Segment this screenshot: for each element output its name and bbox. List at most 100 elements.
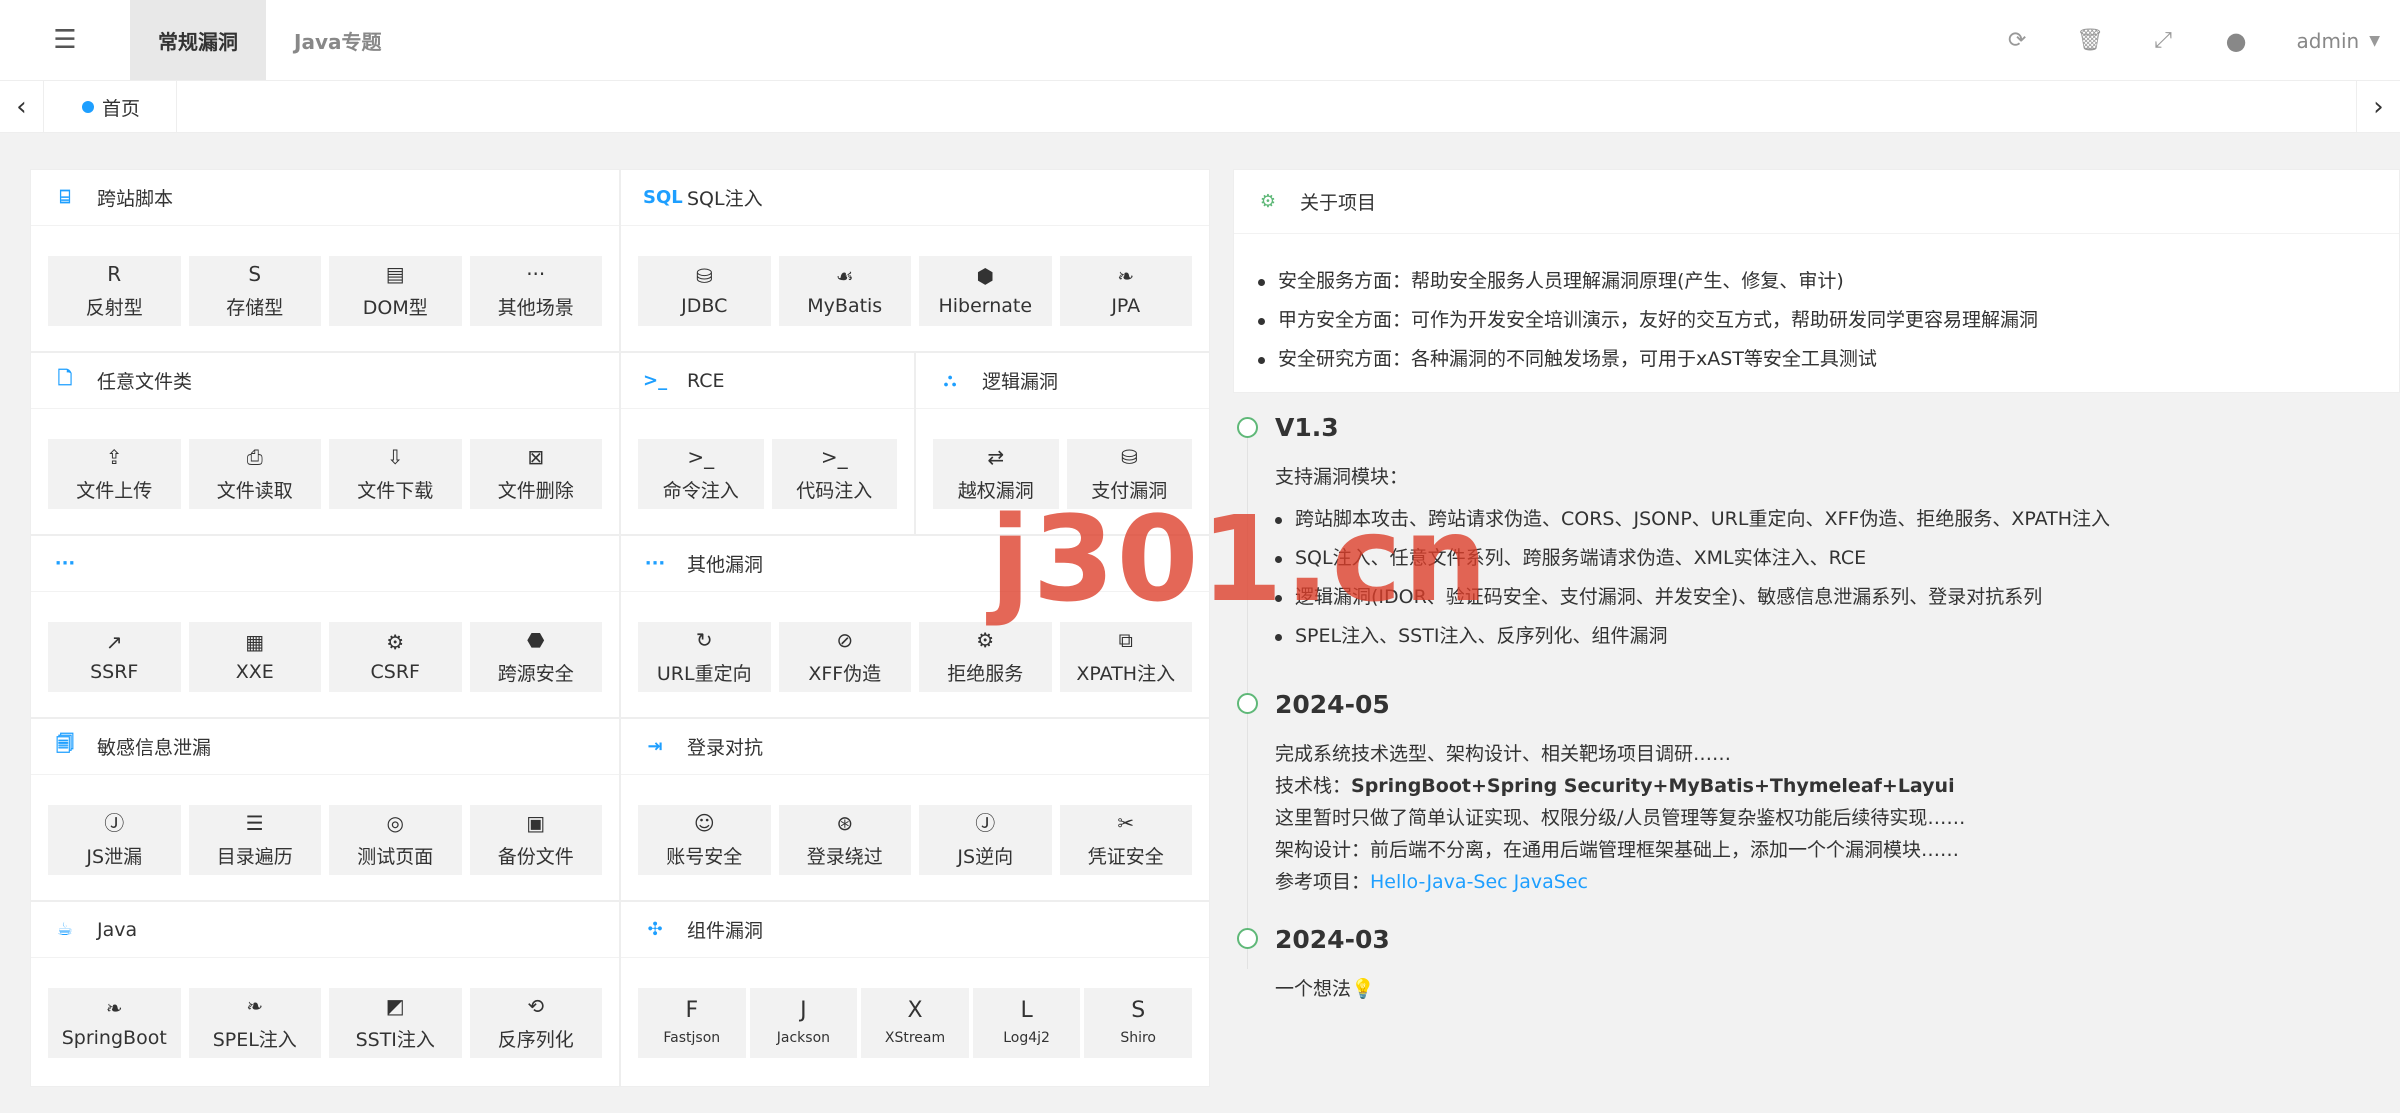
btn-label: 目录遍历	[216, 845, 293, 868]
btn-label: 凭证安全	[1087, 845, 1164, 868]
btn-label: 越权漏洞	[957, 479, 1034, 502]
hibernate-icon: ⬢	[976, 264, 994, 288]
btn-dos[interactable]: ⚙ 拒绝服务	[919, 622, 1052, 692]
github-icon[interactable]: ●	[2200, 27, 2273, 55]
logic-icon: ⛬	[943, 370, 957, 391]
terminal-icon: >_	[820, 444, 848, 469]
stack-value: SpringBoot+Spring Security+MyBatis+Thyme…	[1351, 775, 1955, 797]
list-item: SQL注入、任意文件系列、跨服务端请求伪造、XML实体注入、RCE	[1275, 539, 2110, 578]
btn-label: 文件删除	[497, 479, 574, 502]
card-title: 任意文件类	[97, 371, 193, 393]
card-title: 组件漏洞	[687, 920, 764, 942]
refresh-icon[interactable]: ⟳	[1981, 28, 2054, 53]
card-components: ✣ 组件漏洞 F Fastjson J Jackson X XStream L Log4j…	[620, 901, 1210, 1087]
letter-l-icon: L	[1020, 998, 1033, 1023]
js-icon: Ⓙ	[104, 810, 125, 835]
btn-label: Jackson	[776, 1030, 831, 1046]
btn-dir-traversal[interactable]: ☰ 目录遍历	[188, 805, 321, 875]
btn-log4j2[interactable]: L Log4j2	[972, 988, 1081, 1058]
btn-command-injection[interactable]: >_ 命令注入	[638, 439, 764, 509]
card-title: 敏感信息泄漏	[97, 737, 212, 759]
btn-xxe[interactable]: ▦ XXE	[188, 622, 321, 692]
btn-label: JDBC	[681, 295, 728, 317]
btn-label: SSTI注入	[355, 1028, 435, 1051]
stack-label: 技术栈：	[1275, 775, 1352, 797]
btn-file-upload[interactable]: ⇪ 文件上传	[48, 439, 181, 509]
about-list: 安全服务方面：帮助安全服务人员理解漏洞原理(产生、修复、审计) 甲方安全方面：可…	[1258, 262, 2038, 379]
active-dot-icon	[82, 101, 94, 113]
btn-xss-other[interactable]: ··· 其他场景	[469, 256, 602, 326]
timeline-list: 跨站脚本攻击、跨站请求伪造、CORS、JSONP、URL重定向、XFF伪造、拒绝…	[1275, 500, 2110, 656]
btn-label: CSRF	[370, 661, 420, 683]
card-sql: SQL SQL注入 ⛁ JDBC ☙ MyBatis ⬢ Hibernate ❧ JPA	[620, 169, 1210, 352]
gear-icon: ⚙	[976, 627, 995, 652]
tabs-scroll-left-icon[interactable]: ‹	[0, 81, 44, 133]
btn-file-download[interactable]: ⇩ 文件下载	[329, 439, 462, 509]
btn-js-leak[interactable]: Ⓙ JS泄漏	[48, 805, 181, 875]
card-rce: >_ RCE >_ 命令注入 >_ 代码注入	[620, 352, 915, 535]
btn-label: XFF伪造	[808, 662, 882, 685]
tab-common-vulns[interactable]: 常规漏洞	[130, 0, 266, 80]
fullscreen-icon[interactable]: ⤢	[2127, 28, 2200, 53]
redirect-icon: ↻	[695, 627, 713, 652]
btn-ssrf[interactable]: ↗ SSRF	[48, 622, 181, 692]
btn-ssti[interactable]: ◩ SSTI注入	[329, 988, 462, 1058]
btn-label: 账号安全	[666, 845, 743, 868]
btn-xss-dom[interactable]: ▤ DOM型	[329, 256, 462, 326]
btn-spel[interactable]: ❧ SPEL注入	[188, 988, 321, 1058]
menu-toggle-icon[interactable]: ☰	[0, 0, 130, 80]
btn-csrf[interactable]: ⚙ CSRF	[329, 622, 462, 692]
more-icon: ···	[526, 261, 546, 286]
btn-deserialization[interactable]: ⟲ 反序列化	[469, 988, 602, 1058]
btn-label: MyBatis	[807, 295, 883, 317]
tab-java-topics[interactable]: Java专题	[266, 0, 409, 80]
file-delete-icon: ⊠	[527, 444, 545, 469]
btn-js-reverse[interactable]: Ⓙ JS逆向	[919, 805, 1052, 875]
btn-label: 文件下载	[357, 479, 434, 502]
btn-jdbc[interactable]: ⛁ JDBC	[638, 256, 771, 326]
btn-credential-security[interactable]: ✂ 凭证安全	[1059, 805, 1192, 875]
hierarchy-icon: ⧉	[1118, 627, 1133, 652]
btn-hibernate[interactable]: ⬢ Hibernate	[919, 256, 1052, 326]
about-project-card: ⚙ 关于项目 安全服务方面：帮助安全服务人员理解漏洞原理(产生、修复、审计) 甲方…	[1233, 169, 2400, 393]
user-menu[interactable]: admin ▼	[2273, 29, 2400, 53]
json-icon: ⟲	[527, 993, 545, 1018]
list-item: 安全服务方面：帮助安全服务人员理解漏洞原理(产生、修复、审计)	[1258, 262, 2038, 301]
btn-jackson[interactable]: J Jackson	[749, 988, 858, 1058]
btn-account-security[interactable]: ☺ 账号安全	[638, 805, 771, 875]
btn-jpa[interactable]: ❧ JPA	[1059, 256, 1192, 326]
tabs-scroll-right-icon[interactable]: ›	[2356, 81, 2400, 133]
btn-xstream[interactable]: X XStream	[861, 988, 969, 1058]
btn-url-redirect[interactable]: ↻ URL重定向	[638, 622, 771, 692]
list-icon: ☰	[245, 810, 264, 835]
tab-home[interactable]: 首页	[46, 81, 178, 133]
timeline-text: 架构设计：前后端不分离，在通用后端管理框架基础上，添加一个个漏洞模块……	[1275, 839, 1960, 861]
btn-xff[interactable]: ⊘ XFF伪造	[778, 622, 911, 692]
card-title: Java	[97, 918, 138, 941]
btn-backup-file[interactable]: ▣ 备份文件	[469, 805, 602, 875]
btn-mybatis[interactable]: ☙ MyBatis	[778, 256, 911, 326]
btn-fastjson[interactable]: F Fastjson	[638, 988, 746, 1058]
btn-file-read[interactable]: ⎙ 文件读取	[188, 439, 321, 509]
btn-xss-reflected[interactable]: R 反射型	[48, 256, 181, 326]
btn-idor[interactable]: ⇄ 越权漏洞	[933, 439, 1059, 509]
btn-login-bypass[interactable]: ⊛ 登录绕过	[778, 805, 911, 875]
btn-xss-stored[interactable]: S 存储型	[188, 256, 321, 326]
card-title: 登录对抗	[687, 737, 764, 759]
btn-cors[interactable]: ⬣ 跨源安全	[469, 622, 602, 692]
btn-test-page[interactable]: ◎ 测试页面	[329, 805, 462, 875]
btn-file-delete[interactable]: ⊠ 文件删除	[469, 439, 602, 509]
btn-payment[interactable]: ⛁ 支付漏洞	[1066, 439, 1192, 509]
leaf-icon: ❧	[105, 996, 123, 1020]
card-login: ⇥ 登录对抗 ☺ 账号安全 ⊛ 登录绕过 Ⓙ JS逆向 ✂ 凭证安全	[620, 718, 1210, 901]
reference-links[interactable]: Hello-Java-Sec JavaSec	[1370, 871, 1588, 893]
btn-springboot[interactable]: ❧ SpringBoot	[48, 988, 181, 1058]
btn-code-injection[interactable]: >_ 代码注入	[771, 439, 897, 509]
btn-label: 反射型	[85, 296, 143, 319]
file-read-icon: ⎙	[246, 444, 263, 469]
btn-xpath[interactable]: ⧉ XPATH注入	[1059, 622, 1192, 692]
timeline-dot	[1237, 417, 1258, 438]
card-title: 其他漏洞	[687, 554, 764, 576]
trash-icon[interactable]: 🗑	[2054, 28, 2127, 53]
btn-shiro[interactable]: S Shiro	[1084, 988, 1192, 1058]
